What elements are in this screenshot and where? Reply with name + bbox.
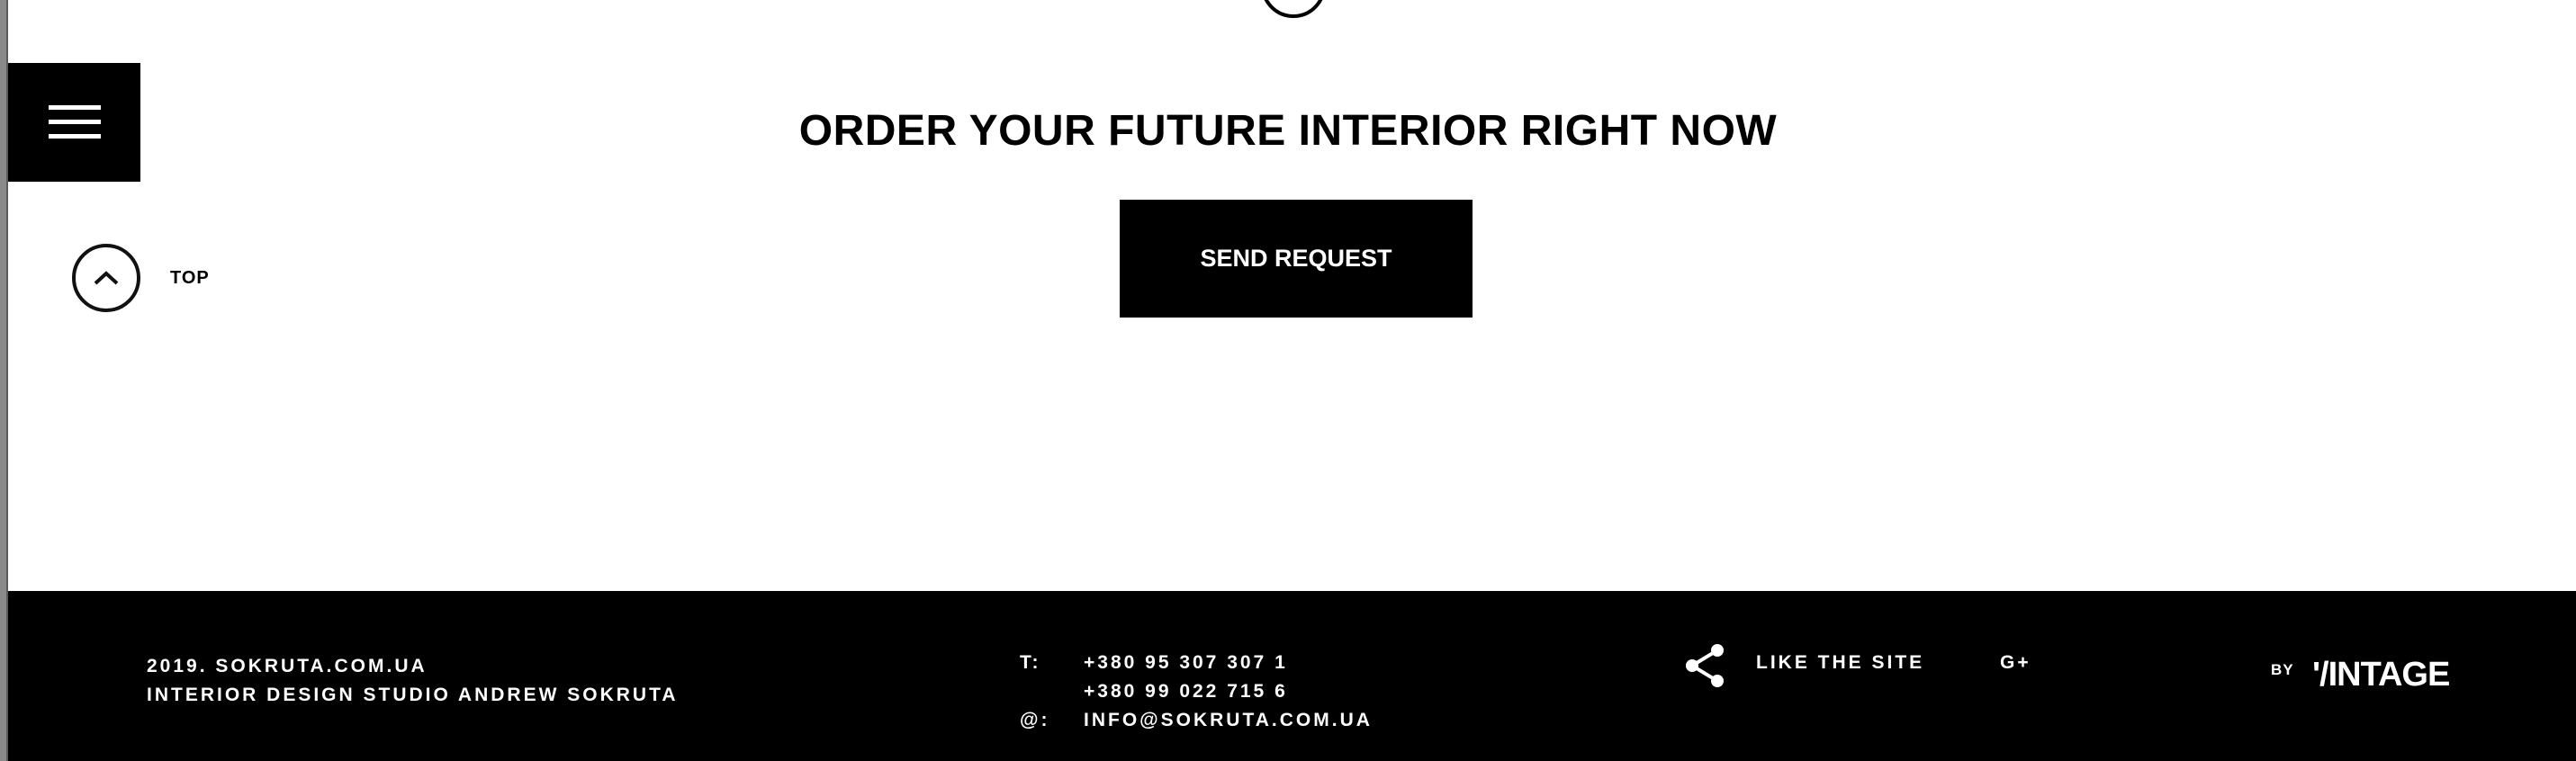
vintage-logo[interactable]: '/INTAGE [2312, 656, 2450, 694]
site-footer: 2019. SOKRUTA.COM.UA INTERIOR DESIGN STU… [8, 591, 2576, 761]
email-link[interactable]: INFO@SOKRUTA.COM.UA [1084, 710, 1373, 731]
phone-label: T: [1020, 652, 1041, 673]
chevron-up-icon [94, 271, 119, 285]
page-headline: ORDER YOUR FUTURE INTERIOR RIGHT NOW [798, 107, 1778, 155]
google-plus-link[interactable]: G+ [2000, 652, 2031, 674]
scroll-down-circle-icon[interactable] [1261, 0, 1326, 18]
footer-copyright: 2019. SOKRUTA.COM.UA [147, 656, 428, 676]
by-label: BY [2271, 661, 2294, 678]
footer-studio-name: INTERIOR DESIGN STUDIO ANDREW SOKRUTA [147, 685, 679, 705]
email-label: @: [1020, 710, 1050, 730]
send-request-button[interactable]: SEND REQUEST [1120, 200, 1473, 318]
share-icon[interactable] [1684, 643, 1725, 688]
scroll-top-label[interactable]: TOP [170, 268, 210, 289]
phone-number-1[interactable]: +380 95 307 307 1 [1084, 652, 1288, 674]
scroll-top-button[interactable] [72, 244, 140, 312]
phone-number-2[interactable]: +380 99 022 715 6 [1084, 681, 1288, 703]
like-the-site-link[interactable]: LIKE THE SITE [1756, 652, 1924, 674]
